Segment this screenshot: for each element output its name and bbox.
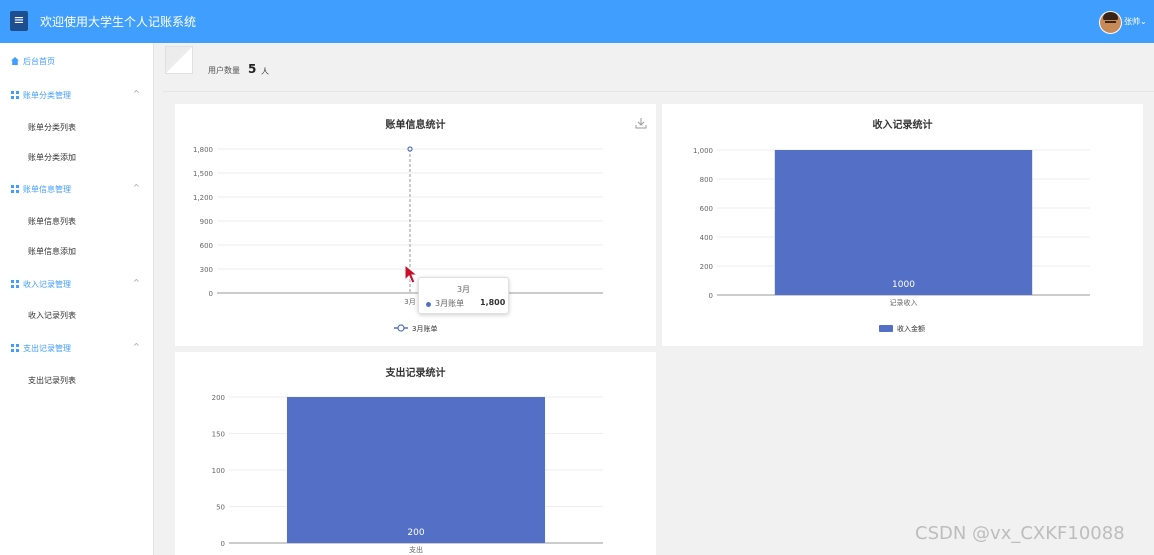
- sidebar-group-bill-info[interactable]: 账单信息管理: [11, 184, 71, 195]
- user-count-value: 5: [248, 62, 257, 76]
- sidebar-item-bill-info-list[interactable]: 账单信息列表: [28, 216, 76, 227]
- legend-marker: [397, 324, 405, 332]
- grid-icon: [11, 344, 19, 352]
- avatar[interactable]: [1099, 11, 1122, 34]
- sidebar-group-label: 支出记录管理: [23, 344, 71, 353]
- user-count-label: 用户数量: [208, 66, 240, 75]
- chart-tooltip: 3月 3月账单 1,800: [418, 277, 509, 314]
- bar: [286, 397, 546, 543]
- sidebar-group-label: 账单信息管理: [23, 185, 71, 194]
- y-tick-label: 100: [212, 467, 225, 475]
- expense-bar-chart: 0 50 100 150 200 200 支出: [212, 394, 603, 554]
- tooltip-series-name: 3月账单: [435, 299, 465, 308]
- sidebar-group-expense[interactable]: 支出记录管理: [11, 343, 71, 354]
- sidebar-item-income-list[interactable]: 收入记录列表: [28, 310, 76, 321]
- y-tick-label: 0: [709, 292, 713, 300]
- divider: [163, 91, 1154, 92]
- x-tick-label: 记录收入: [890, 298, 918, 307]
- chevron-up-icon[interactable]: ^: [133, 89, 140, 98]
- sidebar-group-income[interactable]: 收入记录管理: [11, 279, 71, 290]
- y-tick-label: 1,500: [193, 170, 213, 178]
- data-point: [407, 146, 413, 152]
- sidebar-group-label: 收入记录管理: [23, 280, 71, 289]
- x-tick-label: 支出: [409, 545, 423, 554]
- y-tick-label: 0: [221, 540, 225, 548]
- y-tick-label: 1,000: [693, 147, 713, 155]
- sidebar-item-bill-category-add[interactable]: 账单分类添加: [28, 152, 76, 163]
- menu-icon[interactable]: ≡: [10, 11, 28, 31]
- sidebar: 后台首页 账单分类管理 ^ 账单分类列表 账单分类添加 账单信息管理 ^ 账单信…: [0, 43, 154, 555]
- sidebar-item-expense-list[interactable]: 支出记录列表: [28, 375, 76, 386]
- user-count-unit: 人: [261, 67, 269, 76]
- y-tick-label: 150: [212, 431, 225, 439]
- y-tick-label: 200: [212, 394, 225, 402]
- data-label: 200: [407, 528, 424, 538]
- legend-label: 3月账单: [412, 324, 437, 333]
- bar: [774, 150, 1033, 295]
- sidebar-item-label: 后台首页: [23, 57, 55, 66]
- data-label: 1000: [892, 280, 915, 290]
- user-name: 张帅: [1124, 17, 1140, 26]
- tooltip-series-dot: [426, 302, 431, 307]
- sidebar-group-bill-category[interactable]: 账单分类管理: [11, 90, 71, 101]
- watermark: CSDN @vx_CXKF10088: [915, 523, 1125, 544]
- y-tick-label: 0: [209, 290, 213, 298]
- x-tick-label: 3月: [404, 298, 415, 306]
- tooltip-series-value: 1,800: [480, 298, 506, 307]
- income-bar-chart: 0 200 400 600 800 1,000 1000 记录收入收入金额: [693, 147, 1090, 333]
- y-tick-label: 400: [700, 234, 713, 242]
- y-tick-label: 900: [200, 218, 213, 226]
- grid-icon: [11, 280, 19, 288]
- legend-label: 收入金额: [897, 324, 925, 333]
- home-icon: [11, 57, 19, 65]
- sidebar-item-home[interactable]: 后台首页: [11, 56, 55, 67]
- chevron-up-icon[interactable]: ^: [133, 278, 140, 287]
- y-tick-label: 600: [700, 205, 713, 213]
- chevron-down-icon: ⌄: [1140, 17, 1147, 26]
- tooltip-title: 3月: [456, 285, 471, 294]
- bill-line-chart: 0 300 600 900 1,200 1,500 1,800 3月 3月账单: [193, 146, 603, 333]
- y-tick-label: 600: [200, 242, 213, 250]
- legend-marker: [879, 325, 893, 332]
- app-title: 欢迎使用大学生个人记账系统: [40, 15, 197, 29]
- y-tick-label: 1,200: [193, 194, 213, 202]
- grid-icon: [11, 91, 19, 99]
- y-tick-label: 50: [216, 504, 225, 512]
- sidebar-item-bill-category-list[interactable]: 账单分类列表: [28, 122, 76, 133]
- y-tick-label: 800: [700, 176, 713, 184]
- top-bar: ≡ 欢迎使用大学生个人记账系统 张帅⌄: [0, 0, 1154, 43]
- user-menu[interactable]: 张帅⌄: [1124, 16, 1147, 27]
- chevron-up-icon[interactable]: ^: [133, 183, 140, 192]
- user-count-panel: [163, 45, 1154, 91]
- chevron-up-icon[interactable]: ^: [133, 342, 140, 351]
- mouse-cursor-icon: [404, 264, 419, 284]
- y-tick-label: 1,800: [193, 146, 213, 154]
- y-tick-label: 200: [700, 263, 713, 271]
- user-image: [165, 46, 193, 74]
- y-tick-label: 300: [200, 266, 213, 274]
- sidebar-item-bill-info-add[interactable]: 账单信息添加: [28, 246, 76, 257]
- grid-icon: [11, 185, 19, 193]
- sidebar-group-label: 账单分类管理: [23, 91, 71, 100]
